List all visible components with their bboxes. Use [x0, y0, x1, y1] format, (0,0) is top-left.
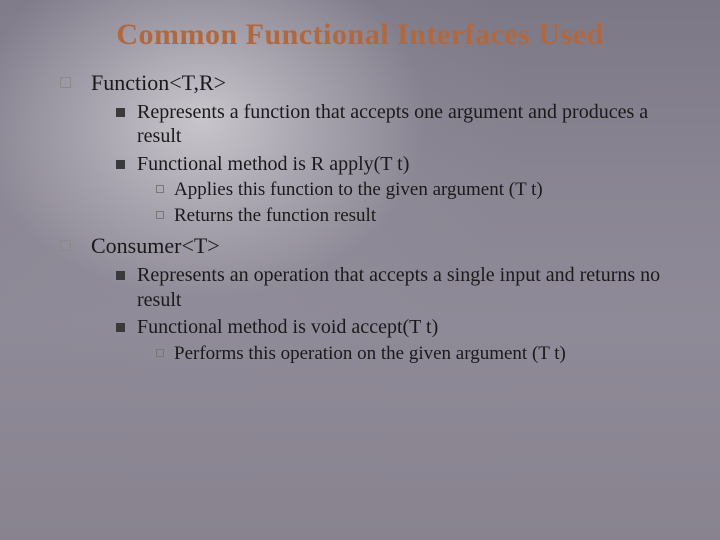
list-item-label: Performs this operation on the given arg… — [174, 342, 682, 366]
filled-square-icon — [116, 160, 125, 169]
filled-square-icon — [116, 271, 125, 280]
slide-content: Function<T,R> Represents a function that… — [38, 69, 682, 366]
list-item: Represents a function that accepts one a… — [116, 100, 682, 149]
list-item: Consumer<T> — [60, 232, 682, 261]
list-item-label: Function<T,R> — [91, 69, 682, 98]
list-item: Represents an operation that accepts a s… — [116, 263, 682, 312]
filled-square-icon — [116, 323, 125, 332]
hollow-square-icon — [156, 185, 164, 193]
list-item: Returns the function result — [156, 204, 682, 228]
list-item-label: Applies this function to the given argum… — [174, 178, 682, 202]
list-item-label: Represents an operation that accepts a s… — [137, 263, 682, 312]
hollow-square-icon — [156, 349, 164, 357]
list-item-label: Represents a function that accepts one a… — [137, 100, 682, 149]
list-item: Functional method is void accept(T t) — [116, 315, 682, 339]
list-item-label: Consumer<T> — [91, 232, 682, 261]
hollow-square-icon — [156, 211, 164, 219]
list-item: Function<T,R> — [60, 69, 682, 98]
list-item-label: Returns the function result — [174, 204, 682, 228]
list-item-label: Functional method is void accept(T t) — [137, 315, 682, 339]
list-item-label: Functional method is R apply(T t) — [137, 152, 682, 176]
slide-title: Common Functional Interfaces Used — [38, 18, 682, 53]
list-item: Performs this operation on the given arg… — [156, 342, 682, 366]
hollow-square-icon — [60, 240, 71, 251]
list-item: Functional method is R apply(T t) — [116, 152, 682, 176]
list-item: Applies this function to the given argum… — [156, 178, 682, 202]
hollow-square-icon — [60, 77, 71, 88]
filled-square-icon — [116, 108, 125, 117]
